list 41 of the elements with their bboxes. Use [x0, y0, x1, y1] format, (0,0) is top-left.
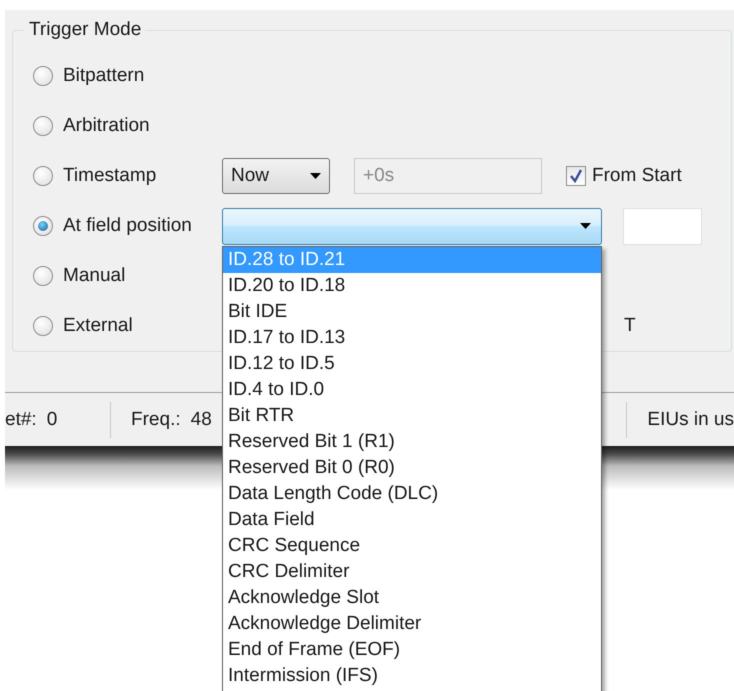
list-item[interactable]: Bit RTR	[223, 403, 601, 429]
list-item[interactable]: CRC Delimiter	[223, 559, 601, 585]
caret-icon	[580, 223, 591, 229]
checkbox-label[interactable]: From Start	[592, 165, 682, 187]
radio-label[interactable]: Timestamp	[63, 165, 156, 187]
checkbox[interactable]	[566, 166, 586, 186]
radio-button[interactable]	[33, 66, 53, 86]
radio-label[interactable]: Manual	[63, 265, 126, 287]
radio-label[interactable]: At field position	[63, 215, 192, 237]
radio-label[interactable]: External	[63, 315, 133, 337]
list-item[interactable]: Data Length Code (DLC)	[223, 481, 601, 507]
list-item[interactable]: CRC Sequence	[223, 533, 601, 559]
list-item[interactable]: Intermission (IFS)	[223, 663, 601, 689]
label-text: T	[624, 315, 636, 337]
list-item[interactable]: ID.4 to ID.0	[223, 377, 601, 403]
radio-label[interactable]: Arbitration	[63, 115, 150, 137]
caret-icon	[310, 173, 321, 179]
status-label: EIUs in us	[647, 408, 734, 430]
radio-label[interactable]: Bitpattern	[63, 65, 144, 87]
radio-button[interactable]	[33, 266, 53, 286]
group-title: Trigger Mode	[25, 19, 146, 41]
radio-button[interactable]	[33, 216, 53, 236]
combo-box[interactable]	[222, 208, 602, 244]
status-value: 0	[46, 408, 58, 430]
list-item[interactable]: Bit IDE	[223, 299, 601, 325]
dropdown[interactable]: Now	[222, 158, 330, 194]
list-item[interactable]: ID.17 to ID.13	[223, 325, 601, 351]
list-item[interactable]: ID.12 to ID.5	[223, 351, 601, 377]
radio-button[interactable]	[33, 316, 53, 336]
list-item[interactable]: Reserved Bit 1 (R1)	[223, 429, 601, 455]
list-item[interactable]: ID.20 to ID.18	[223, 273, 601, 299]
list-item[interactable]: Data Field	[223, 507, 601, 533]
radio-button[interactable]	[33, 116, 53, 136]
status-label: et#:	[5, 408, 37, 430]
radio-button[interactable]	[33, 166, 53, 186]
list-item[interactable]: End of Frame (EOF)	[223, 637, 601, 663]
list-item[interactable]: Acknowledge Slot	[223, 585, 601, 611]
status-value: 48	[190, 408, 212, 430]
list-item[interactable]: Acknowledge Delimiter	[223, 611, 601, 637]
position-field[interactable]	[623, 208, 702, 244]
status-label: Freq.:	[131, 408, 181, 430]
